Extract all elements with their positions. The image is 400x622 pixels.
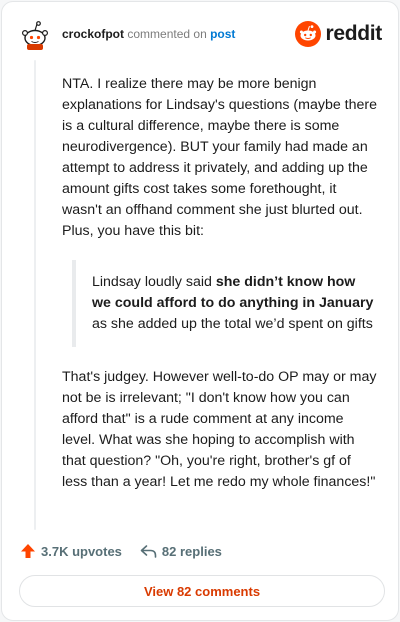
upvote-stat[interactable]: 3.7K upvotes <box>20 543 122 559</box>
reddit-logo[interactable]: reddit <box>295 20 382 48</box>
reply-stat[interactable]: 82 replies <box>140 543 222 559</box>
thread-line <box>34 60 36 530</box>
reddit-wordmark: reddit <box>325 22 382 45</box>
reply-arrow-icon <box>140 545 157 558</box>
reply-count: 82 replies <box>161 543 222 559</box>
view-comments-button[interactable]: View 82 comments <box>19 575 385 607</box>
snoo-avatar-icon[interactable] <box>18 18 52 52</box>
upvote-arrow-icon <box>21 544 35 558</box>
username-link[interactable]: crockofpot <box>62 27 124 41</box>
comment-footer: 3.7K upvotes 82 replies <box>20 540 380 562</box>
comment-body: NTA. I realize there may be more benign … <box>62 74 378 511</box>
reddit-logo-icon <box>295 21 322 47</box>
blockquote: Lindsay loudly said she didn’t know how … <box>72 260 378 347</box>
comment-paragraph-2: That's judgey. However well-to-do OP may… <box>62 369 377 490</box>
action-text: commented on <box>127 27 207 41</box>
comment-card: crockofpot commented on post reddit NTA.… <box>1 1 399 621</box>
comment-paragraph-1: NTA. I realize there may be more benign … <box>62 76 378 239</box>
post-link[interactable]: post <box>210 27 235 41</box>
quote-text-after: as she added up the total we’d spent on … <box>92 316 373 332</box>
comment-header: crockofpot commented on post reddit <box>18 16 382 56</box>
upvote-count: 3.7K upvotes <box>41 543 122 559</box>
quote-text-before: Lindsay loudly said <box>92 274 216 290</box>
comment-meta: crockofpot commented on post <box>62 27 235 41</box>
